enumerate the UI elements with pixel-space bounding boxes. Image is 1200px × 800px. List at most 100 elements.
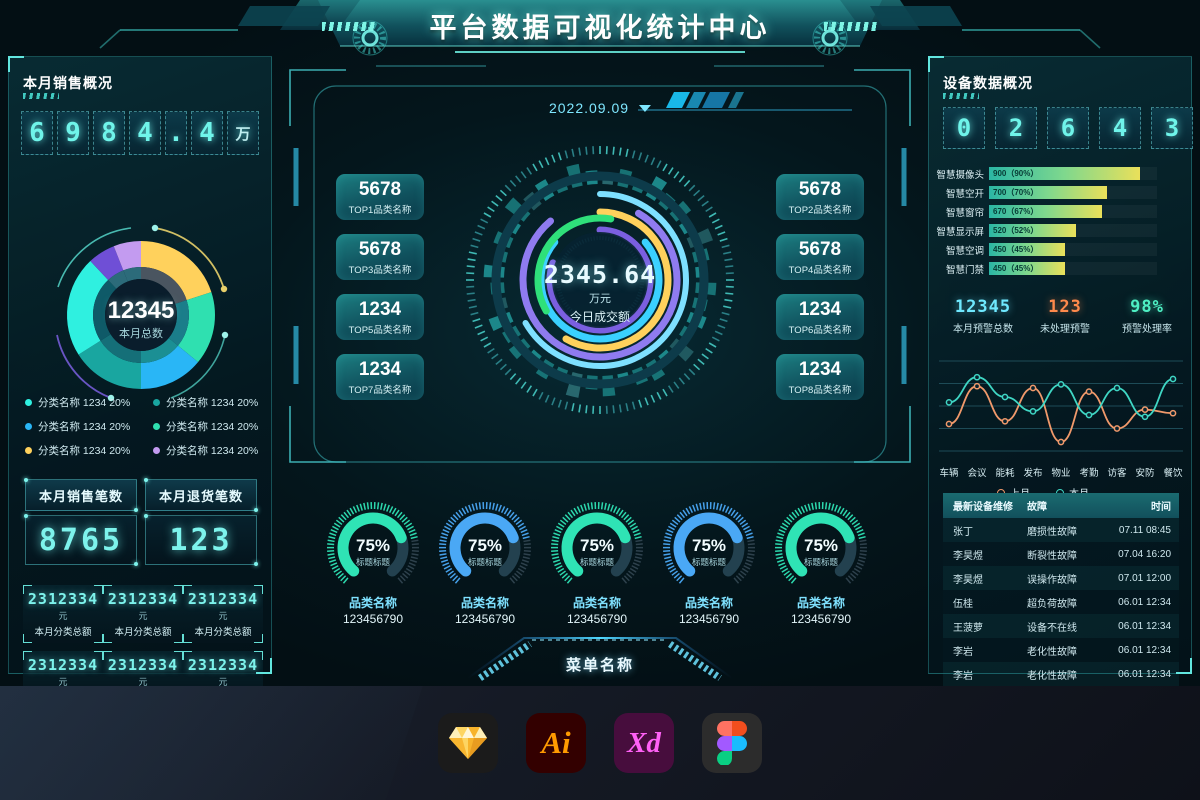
top-card-label: TOP5品类名称: [348, 324, 412, 336]
menu-label: 菜单名称: [565, 657, 634, 674]
top-card-right-3[interactable]: 1234 TOP6品类名称: [776, 294, 864, 340]
illustrator-app-icon[interactable]: Ai: [526, 713, 586, 773]
radial-center-value: 2345.64: [543, 260, 657, 289]
gauge-tick: [517, 522, 525, 528]
gauge-tick: [562, 516, 569, 523]
gauge-tick: [554, 529, 562, 534]
gauge-subtitle: 标题标题: [691, 557, 726, 567]
gauge-tick: [386, 504, 390, 512]
gauge-tick: [337, 572, 344, 579]
gauge-tick: [811, 502, 814, 510]
gauge-tick: [408, 529, 416, 534]
gauge-tick: [343, 511, 350, 519]
radial-tick: [631, 150, 636, 159]
radial-tick: [721, 244, 730, 249]
gauge-tick: [394, 509, 400, 517]
sketch-diamond-icon: [449, 727, 487, 759]
device-digit-0: 0: [943, 107, 985, 149]
top-card-right-4[interactable]: 1234 TOP8品类名称: [776, 354, 864, 400]
top-card-right-1[interactable]: 5678 TOP2品类名称: [776, 174, 864, 220]
top-card-left-4[interactable]: 1234 TOP7品类名称: [336, 354, 424, 400]
gauge-tick: [559, 570, 566, 576]
table-row[interactable]: 李昊煜 误操作故障 07.01 12:00: [943, 566, 1179, 590]
gauge-tick: [719, 503, 723, 511]
line-point: [1169, 409, 1177, 417]
gauge-tick: [804, 504, 808, 512]
line-axis-tick: 考勤: [1079, 468, 1099, 479]
radial-tick: [638, 152, 643, 161]
bar-category-label: 智慧摄像头: [936, 169, 984, 181]
table-row[interactable]: 李岩 老化性故障 06.01 12:34: [943, 662, 1179, 686]
xd-app-icon[interactable]: Xd: [614, 713, 674, 773]
donut-center-value: 12345: [107, 297, 175, 324]
top-card-right-2[interactable]: 5678 TOP4品类名称: [776, 234, 864, 280]
gauge-tick: [676, 575, 683, 582]
gauge-tick: [338, 516, 345, 523]
right-section-title: 设备数据概况: [943, 75, 1033, 99]
chevron-down-icon[interactable]: [639, 104, 652, 112]
gauge-tick: [610, 504, 614, 512]
table-row[interactable]: 王菠萝 设备不在线 06.01 12:34: [943, 614, 1179, 638]
gauge-tick: [407, 525, 414, 531]
legend-color-dot: [25, 423, 32, 430]
radial-tick: [532, 388, 538, 397]
figma-app-icon[interactable]: [702, 713, 762, 773]
legend-item: 分类名称 1234 20%: [25, 419, 153, 434]
gauge-tick: [732, 511, 739, 519]
radial-tick: [711, 336, 720, 342]
top-card-left-2[interactable]: 5678 TOP3品类名称: [336, 234, 424, 280]
gauge-category-name: 品类名称: [572, 596, 621, 610]
gauge-tick: [513, 516, 520, 523]
category-total-box: 2312334 元本月分类总额: [23, 585, 103, 643]
radial-tick: [571, 403, 575, 412]
bar-category-label: 智慧窗帘: [945, 207, 984, 219]
gauge-tick: [405, 522, 413, 528]
table-row[interactable]: 张丁 磨损性故障 07.11 08:45: [943, 518, 1179, 542]
radial-tick: [714, 330, 723, 336]
gauge-tick: [464, 506, 470, 514]
gauge-tick: [461, 507, 467, 515]
radial-tick: [551, 397, 556, 406]
gauge-tick: [631, 525, 638, 531]
gauge-tick: [576, 506, 582, 514]
bar-fill: 450（45%）: [989, 243, 1065, 256]
sketch-app-icon[interactable]: [438, 713, 498, 773]
table-cell: 06.01 12:34: [1107, 638, 1179, 662]
radial-tick: [667, 385, 674, 393]
radial-tick: [585, 405, 588, 414]
table-cell: 李岩: [943, 638, 1023, 662]
gauge-tick: [740, 570, 747, 576]
table-row[interactable]: 李昊煜 断裂性故障 07.04 16:20: [943, 542, 1179, 566]
gauge-tick: [627, 519, 635, 526]
date-selector[interactable]: 2022.09.09: [549, 100, 652, 116]
bar-track: 450（45%）: [989, 262, 1157, 275]
gauge-tick: [847, 514, 854, 521]
top-card-left-3[interactable]: 1234 TOP5品类名称: [336, 294, 424, 340]
gauge-tick: [399, 514, 406, 521]
radial-tick: [487, 206, 495, 213]
gauge-5: 75% 标题标题 品类名称 123456790: [766, 498, 876, 626]
gauge-tick: [590, 502, 594, 510]
gauge-tick: [566, 577, 573, 584]
gauge-tick: [442, 529, 450, 534]
top-card-left-1[interactable]: 5678 TOP1品类名称: [336, 174, 424, 220]
bottom-menu-bar[interactable]: 菜单名称: [462, 634, 738, 682]
gauge-tick: [620, 511, 627, 519]
radial-tick: [499, 363, 507, 371]
radial-tick: [688, 368, 696, 376]
radial-tick: [474, 231, 483, 236]
radial-tick: [474, 324, 483, 329]
table-cell: 李昊煜: [943, 566, 1023, 590]
table-cell: 06.01 12:34: [1107, 590, 1179, 614]
gauge-tick: [797, 507, 803, 515]
table-row[interactable]: 伍桂 超负荷故障 06.01 12:34: [943, 590, 1179, 614]
radial-tick: [667, 167, 674, 175]
gauge-tick: [503, 507, 509, 515]
gauge-tick: [445, 567, 453, 573]
donut-legend: 分类名称 1234 20% 分类名称 1234 20% 分类名称 1234 20% 分…: [25, 395, 281, 458]
line-axis-tick: 安防: [1135, 468, 1155, 479]
table-row[interactable]: 李岩 老化性故障 06.01 12:34: [943, 638, 1179, 662]
line-point: [973, 373, 981, 381]
left-panel: 本月销售概况 6984.4万 12345 本月总数 分类名称 1234 20% …: [8, 56, 272, 709]
gauge-tick: [692, 504, 696, 512]
